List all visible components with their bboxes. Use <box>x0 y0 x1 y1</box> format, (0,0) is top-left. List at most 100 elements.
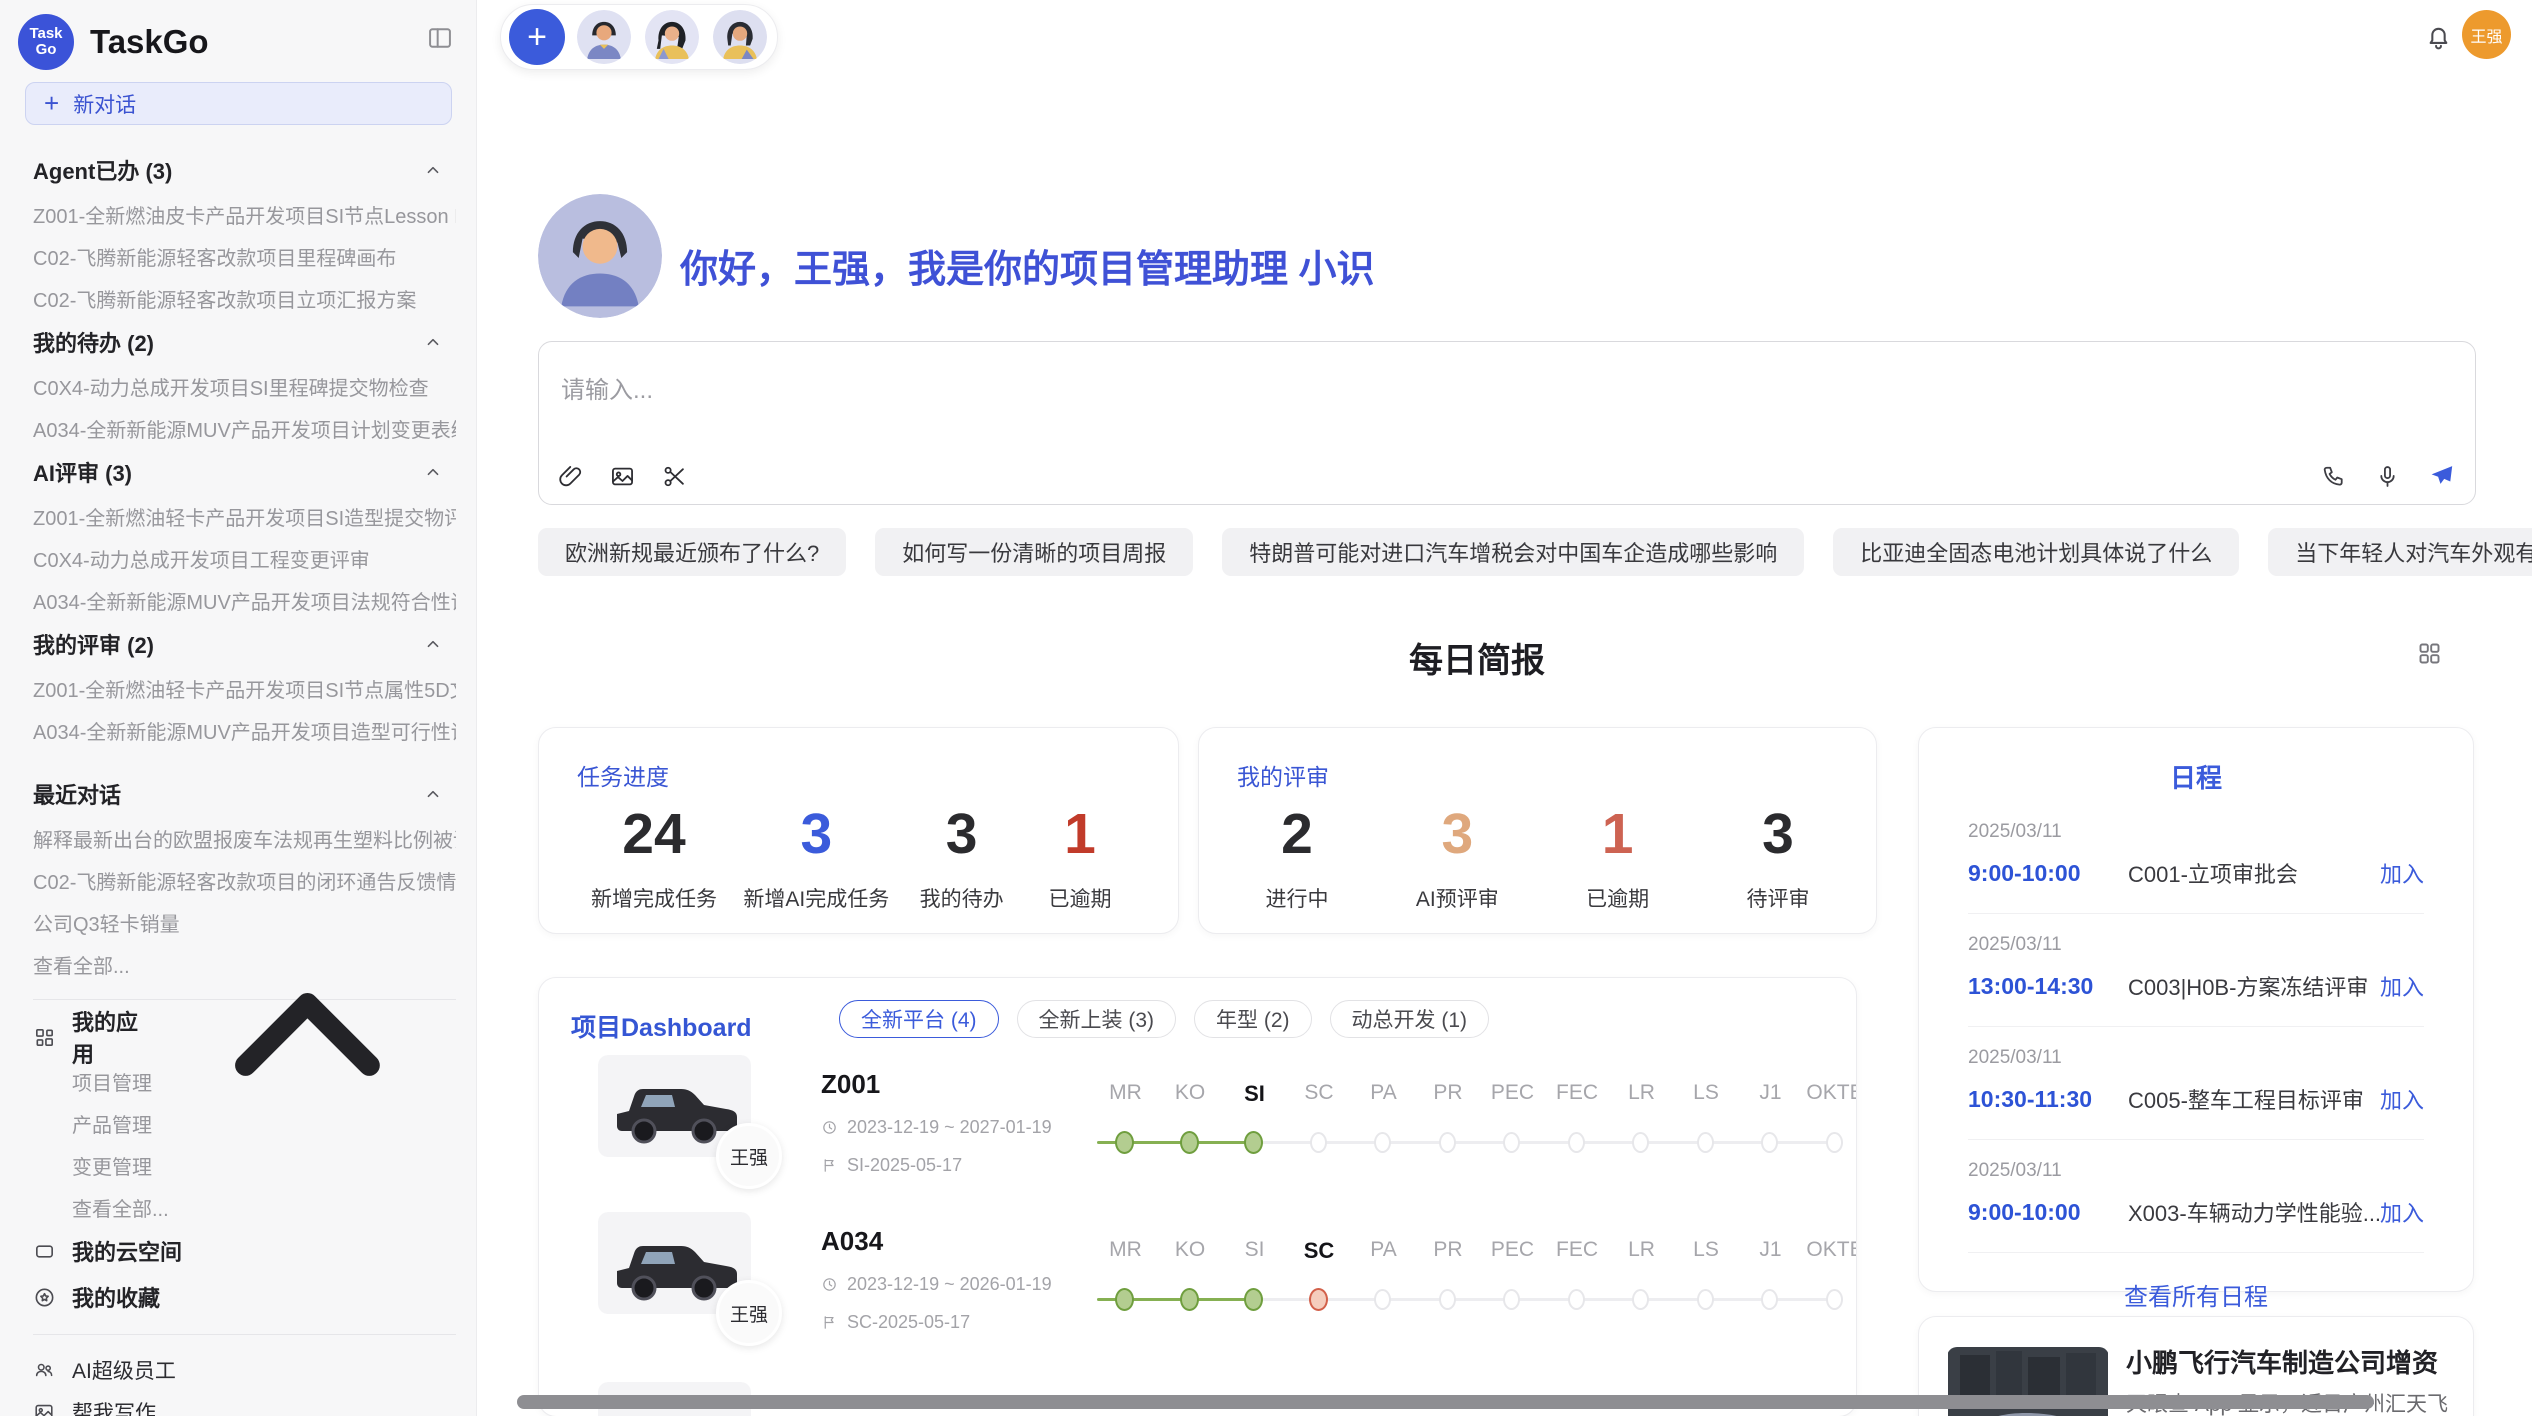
sidebar-item[interactable]: Z001-全新燃油轻卡产品开发项目SI造型提交物评审 <box>33 495 456 537</box>
dashboard-tab[interactable]: 年型 (2) <box>1194 1000 1312 1038</box>
project-name: Z001 <box>821 1069 1071 1100</box>
milestone-dot <box>1697 1289 1714 1310</box>
sidebar-item[interactable]: A034-全新新能源MUV产品开发项目计划变更表编写 <box>33 407 456 449</box>
schedule-time: 13:00-14:30 <box>1968 973 2128 1000</box>
milestone-label: PA <box>1351 1238 1416 1262</box>
new-session-button[interactable]: + <box>509 9 565 65</box>
new-chat-button[interactable]: + 新对话 <box>25 82 452 125</box>
stat: 1已逾期 <box>1572 806 1664 913</box>
milestone-label: OKTB <box>1803 1238 1858 1262</box>
sidebar-tool-image[interactable]: 帮我写作 <box>33 1391 456 1416</box>
milestone-chart: MRKOSISCPAPRPECFECLRLSJ1OKTB <box>1093 1055 1857 1175</box>
stat-row: 24新增完成任务3新增AI完成任务3我的待办1已逾期 <box>539 806 1178 913</box>
divider <box>33 1334 456 1335</box>
session-avatar-1[interactable] <box>575 8 633 66</box>
sidebar-item-favorites[interactable]: 我的收藏 <box>33 1274 456 1320</box>
project-owner-avatar: 王强 <box>716 1123 782 1189</box>
milestone-label: LR <box>1609 1238 1674 1262</box>
sidebar-tool-users[interactable]: AI超级员工 <box>33 1349 456 1391</box>
suggestion-chip[interactable]: 当下年轻人对汽车外观有怎样的喜好趋势 <box>2268 528 2532 576</box>
stat-value: 1 <box>1572 806 1664 863</box>
schedule-date: 2025/03/11 <box>1968 1160 2424 1182</box>
star-circle-icon <box>33 1286 56 1309</box>
clock-icon <box>821 1276 838 1293</box>
composer <box>538 341 2476 505</box>
sidebar-section-header[interactable]: 我的评审 (2) <box>33 621 456 667</box>
milestone-dot-complete <box>1115 1131 1134 1154</box>
milestone-label: FEC <box>1545 1238 1610 1262</box>
sidebar-item[interactable]: C0X4-动力总成开发项目工程变更评审 <box>33 537 456 579</box>
message-input[interactable] <box>539 342 2475 434</box>
sidebar-lists: Agent已办 (3)Z001-全新燃油皮卡产品开发项目SI节点Lesson L… <box>0 125 476 1416</box>
notification-bell-icon[interactable] <box>2424 23 2453 52</box>
stat: 3新增AI完成任务 <box>743 806 889 913</box>
milestone-dot-complete <box>1180 1288 1199 1311</box>
main-area: + 王强 你好，王强，我是你的项目管理助理 小识 <box>477 0 2532 1416</box>
sidebar-item[interactable]: 解释最新出台的欧盟报废车法规再生塑料比例被调至15%... <box>33 817 456 859</box>
image-icon <box>33 1401 55 1416</box>
sidebar-item-my-apps[interactable]: 我的应用 <box>33 1014 456 1060</box>
attachment-icon[interactable] <box>557 463 584 490</box>
suggestion-chip[interactable]: 欧洲新规最近颁布了什么? <box>538 528 846 576</box>
milestone-label: MR <box>1093 1081 1158 1105</box>
sidebar-item[interactable]: C0X4-动力总成开发项目SI里程碑提交物检查 <box>33 365 456 407</box>
schedule-event-title: C001-立项审批会 <box>2128 857 2380 889</box>
sidebar-item[interactable]: Z001-全新燃油皮卡产品开发项目SI节点Lesson Learn报告 <box>33 193 456 235</box>
stat-value: 3 <box>1732 806 1824 863</box>
news-title: 小鹏飞行汽车制造公司增资 <box>2126 1343 2456 1380</box>
sidebar-section-header[interactable]: 最近对话 <box>33 771 456 817</box>
sidebar-item[interactable]: A034-全新新能源MUV产品开发项目法规符合性评审 <box>33 579 456 621</box>
sidebar-item[interactable]: C02-飞腾新能源轻客改款项目立项汇报方案 <box>33 277 456 319</box>
suggestion-chip[interactable]: 如何写一份清晰的项目周报 <box>875 528 1193 576</box>
new-chat-label: 新对话 <box>73 89 136 119</box>
my-review-card: 我的评审2进行中3AI预评审1已逾期3待评审 <box>1198 727 1877 934</box>
sidebar-section-header[interactable]: Agent已办 (3) <box>33 147 456 193</box>
sidebar-section-header[interactable]: AI评审 (3) <box>33 449 456 495</box>
milestone-label: PR <box>1416 1081 1481 1105</box>
milestone-label: LS <box>1674 1081 1739 1105</box>
join-link[interactable]: 加入 <box>2380 1083 2424 1115</box>
user-avatar[interactable]: 王强 <box>2462 10 2511 59</box>
join-link[interactable]: 加入 <box>2380 1196 2424 1228</box>
stat: 1已逾期 <box>1034 806 1126 913</box>
schedule-time: 9:00-10:00 <box>1968 1199 2128 1226</box>
sidebar-app-item[interactable]: 查看全部... <box>33 1186 456 1228</box>
send-icon[interactable] <box>2428 463 2455 490</box>
session-avatar-2[interactable] <box>643 8 701 66</box>
sidebar-item[interactable]: Z001-全新燃油轻卡产品开发项目SI节点属性5D文件评审 <box>33 667 456 709</box>
microphone-icon[interactable] <box>2374 463 2401 490</box>
view-all-schedule-link[interactable]: 查看所有日程 <box>1919 1277 2473 1312</box>
schedule-event-title: C003|H0B-方案冻结评审 <box>2128 970 2380 1002</box>
schedule-item: 2025/03/1110:30-11:30C005-整车工程目标评审加入 <box>1968 1027 2424 1140</box>
suggestion-chip[interactable]: 特朗普可能对进口汽车增税会对中国车企造成哪些影响 <box>1222 528 1804 576</box>
join-link[interactable]: 加入 <box>2380 970 2424 1002</box>
milestone-label: FEC <box>1545 1081 1610 1105</box>
insert-image-icon[interactable] <box>609 463 636 490</box>
sidebar-item[interactable]: A034-全新新能源MUV产品开发项目造型可行性评审 <box>33 709 456 751</box>
suggestion-chip[interactable]: 比亚迪全固态电池计划具体说了什么 <box>1833 528 2239 576</box>
dashboard-tab[interactable]: 全新上装 (3) <box>1017 1000 1177 1038</box>
dashboard-tab[interactable]: 全新平台 (4) <box>839 1000 999 1038</box>
stat-label: AI预评审 <box>1411 883 1503 913</box>
stat: 2进行中 <box>1251 806 1343 913</box>
sidebar-item[interactable]: C02-飞腾新能源轻客改款项目里程碑画布 <box>33 235 456 277</box>
briefing-layout-icon[interactable] <box>2416 640 2443 667</box>
sidebar-section-header[interactable]: 我的待办 (2) <box>33 319 456 365</box>
next-milestone-text: SC-2025-05-17 <box>847 1312 970 1333</box>
composer-right-icons <box>2320 463 2455 490</box>
project-owner-avatar: 王强 <box>716 1280 782 1346</box>
dashboard-tab[interactable]: 动总开发 (1) <box>1330 1000 1490 1038</box>
stat-label: 进行中 <box>1251 883 1343 913</box>
milestone-dot <box>1503 1289 1520 1310</box>
assistant-avatar <box>538 194 662 318</box>
phone-icon[interactable] <box>2320 463 2347 490</box>
join-link[interactable]: 加入 <box>2380 857 2424 889</box>
flag-icon <box>821 1314 838 1331</box>
scissors-icon[interactable] <box>661 463 688 490</box>
horizontal-scrollbar[interactable] <box>517 1395 2374 1409</box>
collapse-sidebar-icon[interactable] <box>426 24 454 52</box>
stat-row: 2进行中3AI预评审1已逾期3待评审 <box>1199 806 1876 913</box>
sidebar-item-cloud-space[interactable]: 我的云空间 <box>33 1228 456 1274</box>
session-avatar-3[interactable] <box>711 8 769 66</box>
milestone-dot-alert <box>1309 1288 1328 1311</box>
